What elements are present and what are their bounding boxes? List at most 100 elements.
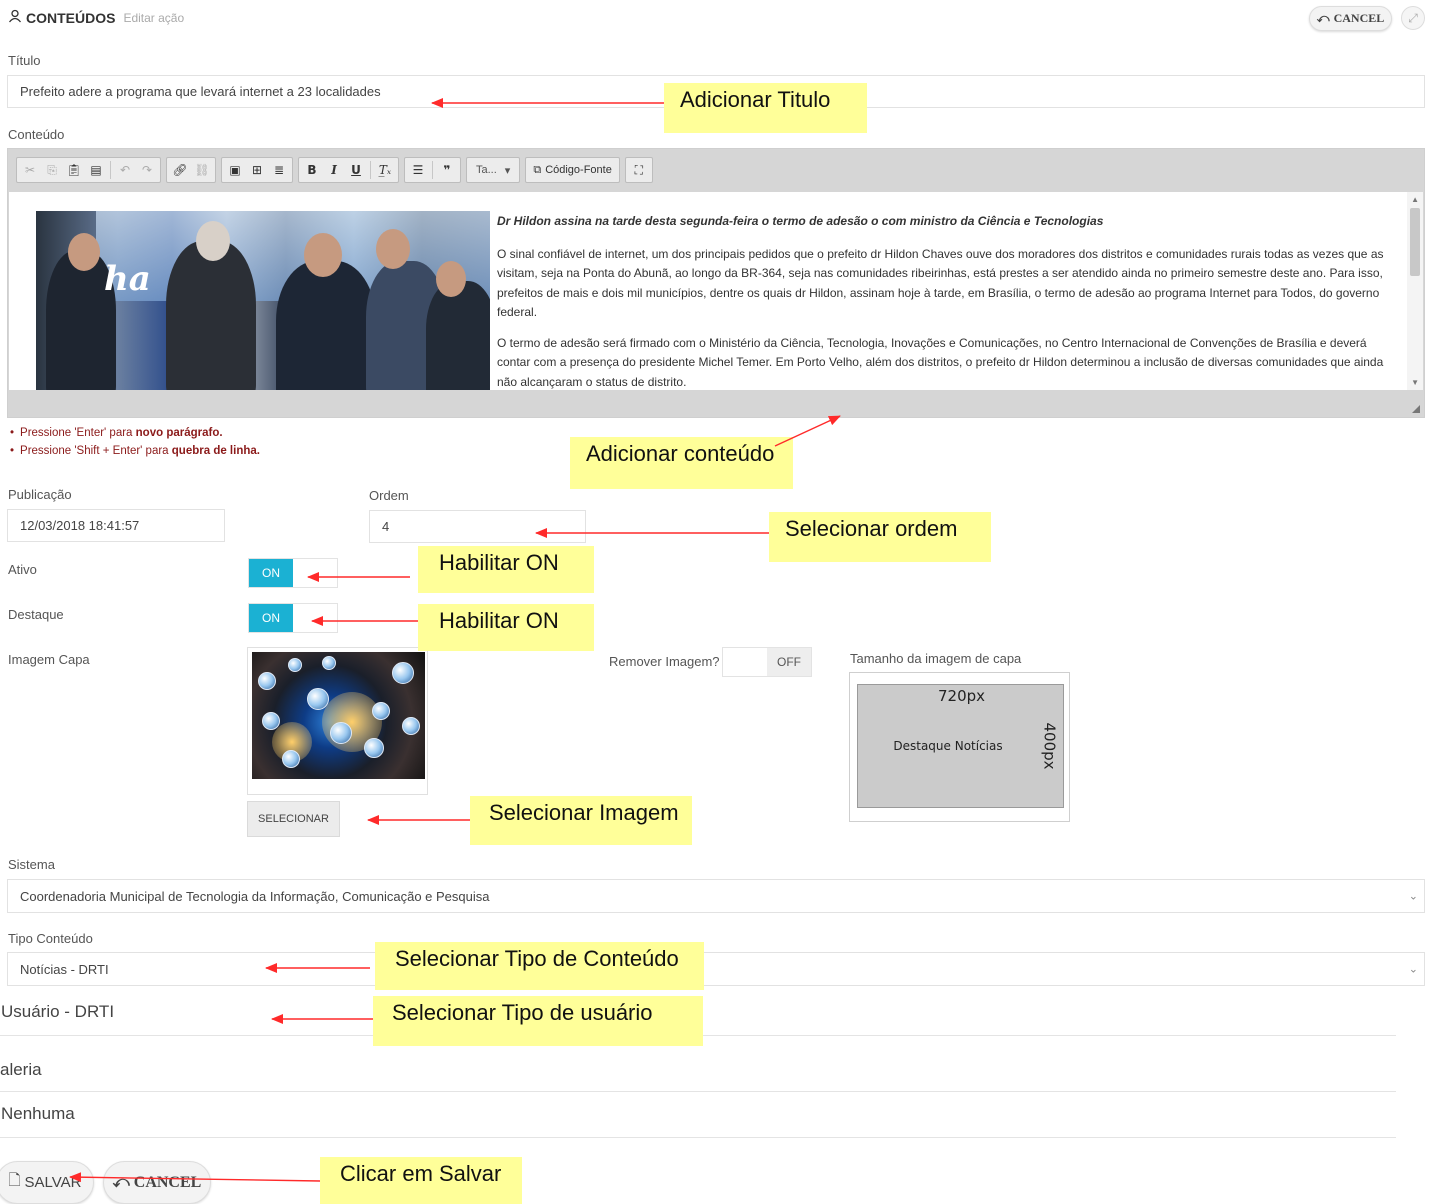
style-combo[interactable]: Ta... ▾ bbox=[470, 164, 516, 177]
editor-content[interactable]: ha Dr Hildon assina na tarde desta segun… bbox=[9, 192, 1423, 390]
header-cancel-button[interactable]: ⤺ CANCEL bbox=[1309, 6, 1392, 31]
remover-toggle-off: OFF bbox=[767, 648, 811, 676]
source-label: Código-Fonte bbox=[545, 164, 612, 176]
size-width-text: 720px bbox=[937, 687, 986, 705]
article-lead: Dr Hildon assina na tarde desta segunda-… bbox=[497, 214, 1104, 228]
cover-image-frame bbox=[247, 647, 428, 795]
size-example-image: 720px Destaque Notícias 400px bbox=[849, 672, 1070, 822]
undo-icon: ⤺ bbox=[1316, 11, 1330, 25]
editor-hints: • Pressione 'Enter' para novo parágrafo. … bbox=[10, 424, 260, 460]
cover-image bbox=[252, 652, 425, 779]
salvar-button[interactable]: 🗋︎ SALVAR bbox=[0, 1161, 94, 1204]
ativo-label: Ativo bbox=[8, 562, 37, 577]
annotation-salvar: Clicar em Salvar bbox=[320, 1157, 522, 1204]
annotation-tipo-conteudo: Selecionar Tipo de Conteúdo bbox=[375, 942, 704, 990]
annotation-usuario: Selecionar Tipo de usuário bbox=[373, 996, 703, 1046]
galeria-select[interactable]: Nenhuma bbox=[1, 1104, 75, 1124]
format-group: B I U T̲ₓ bbox=[298, 157, 399, 183]
link-group: 🔗︎ ⛓ bbox=[166, 157, 216, 183]
maximize-icon[interactable]: ⛶ bbox=[629, 160, 649, 180]
image-icon[interactable]: ▣ bbox=[225, 160, 245, 180]
undo-icon: ⤺ bbox=[112, 1173, 130, 1191]
clipboard-group: ✂ ⎘ 📋︎ ▤ ↶ ↷ bbox=[16, 157, 161, 183]
usuario-select[interactable]: Usuário - DRTI bbox=[1, 1002, 114, 1022]
source-button[interactable]: ⧉ Código-Fonte bbox=[529, 164, 616, 177]
toolbar-separator bbox=[370, 161, 371, 179]
list-group: ☰ ❞ bbox=[404, 157, 461, 183]
blockquote-icon[interactable]: ❞ bbox=[437, 160, 457, 180]
remover-imagem-label: Remover Imagem? bbox=[609, 654, 720, 669]
size-example-box: 720px Destaque Notícias 400px bbox=[857, 684, 1064, 808]
destaque-toggle-on: ON bbox=[249, 604, 293, 632]
galeria-label: aleria bbox=[0, 1060, 42, 1079]
link-icon[interactable]: 🔗︎ bbox=[170, 160, 190, 180]
resize-handle-icon[interactable] bbox=[1412, 405, 1420, 413]
style-combo-label: Ta... bbox=[476, 164, 497, 176]
annotation-imagem: Selecionar Imagem bbox=[470, 796, 692, 845]
sistema-select[interactable]: Coordenadoria Municipal de Tecnologia da… bbox=[7, 879, 1425, 913]
chevron-down-icon: ⌄ bbox=[1408, 963, 1418, 976]
size-center-text: Destaque Notícias bbox=[893, 739, 1003, 753]
footer-cancel-button[interactable]: ⤺ CANCEL bbox=[103, 1161, 211, 1204]
source-icon: ⧉ bbox=[533, 163, 542, 176]
annotation-titulo: Adicionar Titulo bbox=[664, 83, 867, 133]
paste-icon[interactable]: 📋︎ bbox=[64, 160, 84, 180]
tipo-conteudo-label: Tipo Conteúdo bbox=[8, 931, 93, 946]
ordem-label: Ordem bbox=[369, 488, 409, 503]
divider bbox=[0, 1137, 1396, 1138]
style-group: Ta... ▾ bbox=[466, 157, 521, 183]
page-title: CONTEÚDOS bbox=[26, 9, 116, 26]
article-paragraph: O termo de adesão será firmado com o Min… bbox=[497, 335, 1384, 389]
maximize-group: ⛶ bbox=[624, 157, 653, 183]
remover-imagem-toggle[interactable]: OFF bbox=[722, 647, 812, 677]
redo-icon[interactable]: ↷ bbox=[137, 160, 157, 180]
page-subtitle: Editar ação bbox=[123, 10, 185, 25]
copy-icon[interactable]: ⎘ bbox=[42, 160, 62, 180]
imagem-capa-label: Imagem Capa bbox=[8, 652, 90, 667]
undo-icon[interactable]: ↶ bbox=[115, 160, 135, 180]
scroll-thumb[interactable] bbox=[1410, 208, 1420, 276]
size-height-text: 400px bbox=[1040, 722, 1059, 770]
article-paragraph: O sinal confiável de internet, um dos pr… bbox=[497, 246, 1384, 320]
toolbar-separator bbox=[110, 161, 111, 179]
editor-scrollbar[interactable]: ▲ ▼ bbox=[1407, 192, 1423, 390]
conteudo-label: Conteúdo bbox=[8, 127, 65, 142]
user-icon bbox=[8, 9, 22, 26]
tamanho-label: Tamanho da imagem de capa bbox=[850, 651, 1022, 666]
table-icon[interactable]: ⊞ bbox=[247, 160, 267, 180]
unlink-icon[interactable]: ⛓ bbox=[192, 160, 212, 180]
header-cancel-label: CANCEL bbox=[1333, 11, 1385, 25]
underline-icon[interactable]: U bbox=[346, 160, 366, 180]
selecionar-button[interactable]: SELECIONAR bbox=[247, 801, 340, 837]
footer-cancel-label: CANCEL bbox=[133, 1173, 202, 1191]
titulo-label: Título bbox=[8, 53, 41, 68]
tipo-conteudo-select[interactable]: Notícias - DRTI ⌄ bbox=[7, 952, 1425, 986]
expand-icon[interactable]: ⤢ bbox=[1401, 6, 1425, 30]
italic-icon[interactable]: I bbox=[324, 160, 344, 180]
sistema-select-value: Coordenadoria Municipal de Tecnologia da… bbox=[20, 888, 490, 904]
destaque-label: Destaque bbox=[8, 607, 64, 622]
bold-icon[interactable]: B bbox=[302, 160, 322, 180]
annotation-ativo: Habilitar ON bbox=[418, 546, 594, 593]
file-icon: 🗋︎ bbox=[8, 1172, 21, 1189]
paste-text-icon[interactable]: ▤ bbox=[86, 160, 106, 180]
destaque-toggle[interactable]: ON bbox=[248, 603, 338, 633]
divider bbox=[0, 1091, 1396, 1092]
bulleted-list-icon[interactable]: ☰ bbox=[408, 160, 428, 180]
editor-toolbar: ✂ ⎘ 📋︎ ▤ ↶ ↷ 🔗︎ ⛓ ▣ ⊞ ≣ B I U T̲ₓ ☰ ❞ Ta… bbox=[8, 149, 1424, 191]
remove-format-icon[interactable]: T̲ₓ bbox=[375, 160, 395, 180]
annotation-conteudo: Adicionar conteúdo bbox=[570, 437, 793, 489]
publicacao-label: Publicação bbox=[8, 487, 72, 502]
editor-status-bar bbox=[8, 391, 1424, 417]
article-text: Dr Hildon assina na tarde desta segunda-… bbox=[497, 212, 1397, 390]
ativo-toggle[interactable]: ON bbox=[248, 558, 338, 588]
publicacao-input[interactable]: 12/03/2018 18:41:57 bbox=[7, 509, 225, 542]
page-header: CONTEÚDOS Editar ação bbox=[8, 9, 184, 26]
salvar-label: SALVAR bbox=[24, 1174, 82, 1191]
ordem-input[interactable]: 4 bbox=[369, 510, 586, 543]
hint-enter: • Pressione 'Enter' para novo parágrafo. bbox=[10, 427, 223, 439]
tipo-conteudo-select-value: Notícias - DRTI bbox=[20, 961, 109, 977]
hint-shift-enter: • Pressione 'Shift + Enter' para quebra d… bbox=[10, 445, 260, 457]
horizontal-line-icon[interactable]: ≣ bbox=[269, 160, 289, 180]
cut-icon[interactable]: ✂ bbox=[20, 160, 40, 180]
